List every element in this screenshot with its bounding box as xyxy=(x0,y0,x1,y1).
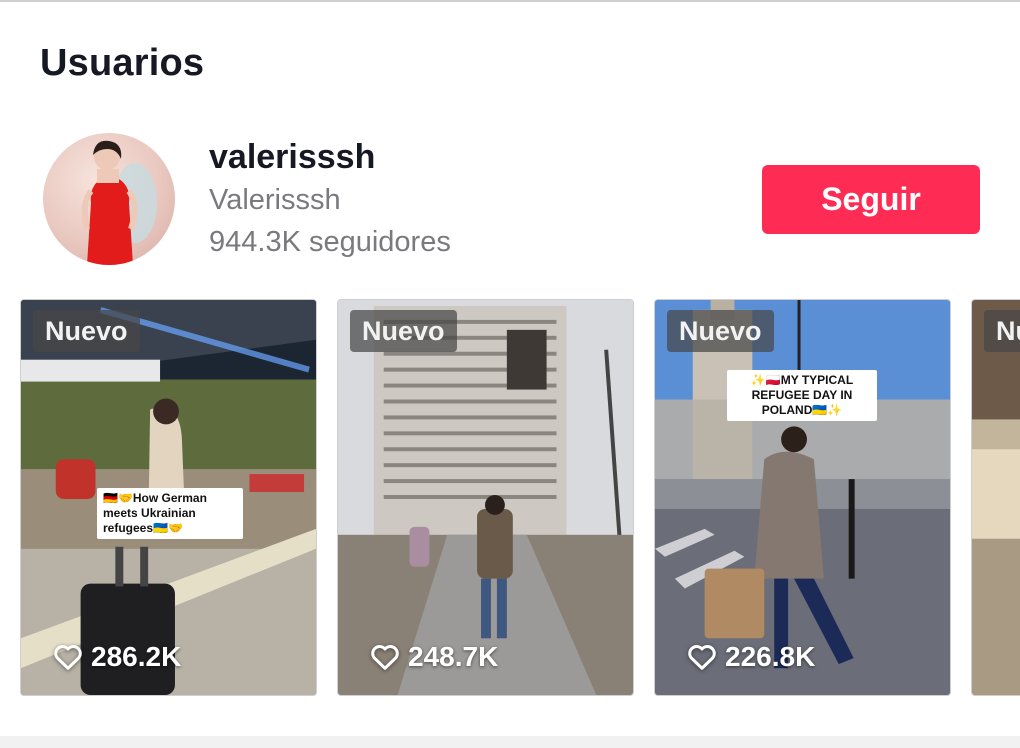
nickname: Valerisssh xyxy=(209,184,341,216)
heart-outline-icon xyxy=(54,645,82,670)
like-count: 226.8K xyxy=(687,641,815,673)
video-card[interactable]: Nu xyxy=(971,299,1020,696)
video-caption: ✨🇵🇱MY TYPICAL REFUGEE DAY IN POLAND🇺🇦✨ xyxy=(727,370,877,421)
like-count-value: 286.2K xyxy=(91,641,182,672)
username[interactable]: valerisssh xyxy=(209,138,375,177)
section-title: Usuarios xyxy=(40,42,205,84)
follow-button[interactable]: Seguir xyxy=(762,165,980,234)
like-count-value: 248.7K xyxy=(408,641,499,672)
like-count: 286.2K xyxy=(53,641,181,673)
video-thumbnail xyxy=(338,300,633,695)
video-row: Nuevo 🇩🇪🤝How German meets Ukrainian refu… xyxy=(20,299,1020,696)
video-caption: 🇩🇪🤝How German meets Ukrainian refugees🇺🇦… xyxy=(97,488,243,539)
video-card[interactable]: Nuevo ✨🇵🇱MY TYPICAL REFUGEE DAY IN POLAN… xyxy=(654,299,951,696)
video-thumbnail xyxy=(655,300,950,695)
new-badge: Nu xyxy=(984,310,1020,352)
like-count-value: 226.8K xyxy=(725,641,816,672)
follower-count: 944.3K seguidores xyxy=(209,226,451,258)
new-badge: Nuevo xyxy=(350,310,457,352)
new-badge: Nuevo xyxy=(667,310,774,352)
top-divider xyxy=(0,0,1020,2)
heart-outline-icon xyxy=(371,645,399,670)
video-card[interactable]: Nuevo 248.7K xyxy=(337,299,634,696)
avatar[interactable] xyxy=(43,133,175,265)
heart-outline-icon xyxy=(688,645,716,670)
bottom-divider xyxy=(0,736,1020,748)
new-badge: Nuevo xyxy=(33,310,140,352)
video-card[interactable]: Nuevo 🇩🇪🤝How German meets Ukrainian refu… xyxy=(20,299,317,696)
avatar-image xyxy=(81,140,157,265)
video-thumbnail xyxy=(972,300,1020,695)
like-count: 248.7K xyxy=(370,641,498,673)
